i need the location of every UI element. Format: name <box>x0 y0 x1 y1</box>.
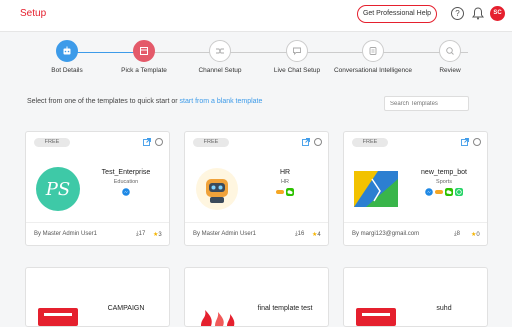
select-radio[interactable] <box>473 138 481 146</box>
template-name: HR <box>279 169 291 176</box>
select-radio[interactable] <box>314 138 322 146</box>
instruction-text: Select from one of the templates to quic… <box>27 98 262 105</box>
template-name: suhd <box>436 305 452 312</box>
template-icon <box>133 40 155 62</box>
download-count: ⤓16 <box>295 231 304 238</box>
template-author: By margi123@gmail.com <box>352 231 420 237</box>
step-label: Review <box>439 67 461 74</box>
suhd-logo-icon <box>356 308 396 326</box>
card-divider <box>26 222 169 223</box>
select-radio[interactable] <box>155 138 163 146</box>
star-count: ★3 <box>153 231 162 238</box>
channel-icons <box>247 188 323 196</box>
star-count: ★4 <box>312 231 321 238</box>
free-badge: FREE <box>193 138 229 147</box>
final-logo-icon <box>201 310 235 326</box>
link-icon <box>435 190 443 194</box>
setup-stepper: Bot Details Pick a Template Channel Setu… <box>0 40 512 90</box>
share-icon[interactable] <box>461 138 469 146</box>
bot-icon <box>56 40 78 62</box>
template-card-hr[interactable]: FREE HR HR By Master Admin User1 ⤓16 ★4 <box>184 131 329 246</box>
template-card-test-enterprise[interactable]: FREE PS Test_Enterprise Education By Mas… <box>25 131 170 246</box>
template-category: HR <box>281 179 289 185</box>
step-label: Pick a Template <box>121 67 167 74</box>
blank-template-link[interactable]: start from a blank template <box>180 98 263 105</box>
avatar[interactable]: SC <box>490 6 505 21</box>
template-author: By Master Admin User1 <box>34 231 98 237</box>
card-divider <box>185 222 328 223</box>
get-professional-help-button[interactable]: Get Professional Help <box>357 5 437 23</box>
help-icon[interactable]: ? <box>451 7 464 20</box>
brain-icon <box>362 40 384 62</box>
download-value: 8 <box>456 231 460 237</box>
free-badge: FREE <box>352 138 388 147</box>
wechat-icon <box>286 188 294 196</box>
step-channel-setup[interactable]: Channel Setup <box>180 40 260 75</box>
download-value: 16 <box>297 231 305 237</box>
top-header: Setup Get Professional Help ? SC <box>0 0 512 32</box>
free-badge: FREE <box>34 138 70 147</box>
star-value: 3 <box>158 232 162 238</box>
whatsapp-icon <box>455 188 463 196</box>
review-icon <box>439 40 461 62</box>
step-live-chat-setup[interactable]: Live Chat Setup <box>257 40 337 75</box>
step-conversational-intelligence[interactable]: Conversational Intelligence <box>333 40 413 75</box>
template-card-campaign[interactable]: CAMPAIGN <box>25 267 170 327</box>
step-label: Bot Details <box>51 67 83 74</box>
template-card-final-template-test[interactable]: final template test <box>184 267 329 327</box>
template-author: By Master Admin User1 <box>193 231 257 237</box>
step-bot-details[interactable]: Bot Details <box>27 40 107 75</box>
template-name: CAMPAIGN <box>107 305 145 312</box>
link-icon <box>276 190 284 194</box>
robot-logo-icon <box>196 168 238 210</box>
step-label: Live Chat Setup <box>273 67 321 74</box>
download-count: ⤓17 <box>136 231 145 238</box>
sports-logo-icon <box>354 171 398 207</box>
card-divider <box>344 222 487 223</box>
step-pick-template[interactable]: Pick a Template <box>104 40 184 75</box>
step-label: Conversational Intelligence <box>333 67 413 74</box>
step-label: Channel Setup <box>198 67 242 74</box>
svg-text:PS: PS <box>45 179 70 200</box>
channel-icons <box>406 188 482 196</box>
page-title: Setup <box>20 8 47 19</box>
search-templates-input[interactable] <box>384 96 469 111</box>
download-value: 17 <box>138 231 146 237</box>
template-category: Education <box>113 179 139 185</box>
template-category: Sports <box>436 179 452 185</box>
download-count: ⤓8 <box>454 231 460 238</box>
template-name: final template test <box>257 305 313 312</box>
template-card-new-temp-bot[interactable]: FREE new_temp_bot Sports By margi123@gma… <box>343 131 488 246</box>
star-count: ★0 <box>471 231 480 238</box>
template-name: Test_Enterprise <box>101 169 151 176</box>
step-review[interactable]: Review <box>410 40 490 75</box>
share-icon[interactable] <box>143 138 151 146</box>
template-name: new_temp_bot <box>421 169 467 176</box>
messenger-icon <box>425 188 433 196</box>
wechat-icon <box>445 188 453 196</box>
messenger-icon <box>122 188 130 196</box>
instruction-prefix: Select from one of the templates to quic… <box>27 98 180 105</box>
shuffle-icon <box>209 40 231 62</box>
template-card-suhd[interactable]: suhd <box>343 267 488 327</box>
star-value: 0 <box>476 232 480 238</box>
ps-logo-icon: PS <box>36 167 80 211</box>
share-icon[interactable] <box>302 138 310 146</box>
chat-icon <box>286 40 308 62</box>
bell-icon[interactable] <box>472 7 484 20</box>
channel-icons <box>88 188 164 196</box>
campaign-logo-icon <box>38 308 78 326</box>
star-value: 4 <box>317 232 321 238</box>
